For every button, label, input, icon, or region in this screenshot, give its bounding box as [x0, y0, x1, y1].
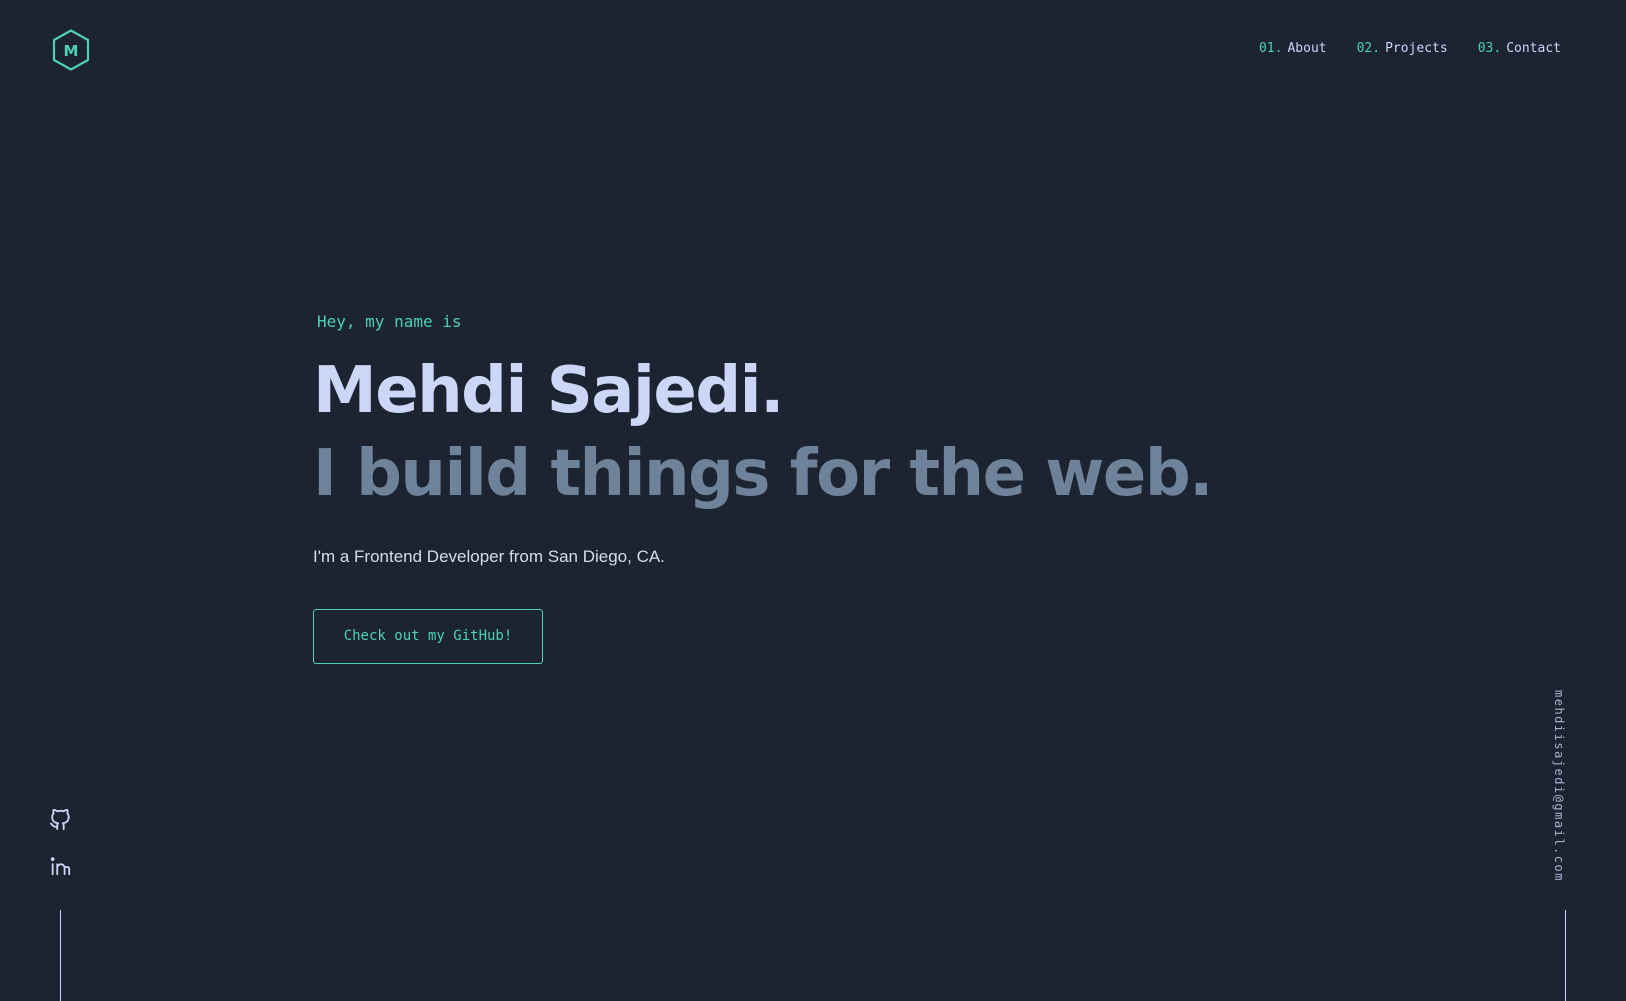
right-vertical-line [1565, 910, 1566, 1001]
nav-item-number: 01. [1258, 41, 1283, 56]
hero-tagline: I build things for the web. [313, 437, 1213, 511]
hero-description: I'm a Frontend Developer from San Diego,… [313, 547, 665, 566]
hero-section: Hey, my name is Mehdi Sajedi. I build th… [313, 312, 1213, 664]
nav-item-label: Contact [1506, 41, 1561, 56]
left-vertical-line [60, 910, 61, 1001]
social-links [49, 808, 71, 877]
hexagon-logo-icon: M [52, 29, 90, 71]
hero-greeting: Hey, my name is [317, 312, 462, 331]
github-link[interactable] [49, 808, 71, 831]
nav-item-label: Projects [1385, 41, 1448, 56]
nav-item-number: 03. [1477, 41, 1502, 56]
main-nav: 01. About 02. Projects 03. Contact [1259, 41, 1561, 56]
nav-item-projects[interactable]: 02. Projects [1357, 41, 1448, 56]
nav-item-contact[interactable]: 03. Contact [1478, 41, 1561, 56]
linkedin-icon [50, 857, 71, 876]
github-icon [49, 808, 70, 831]
linkedin-link[interactable] [49, 855, 71, 877]
github-cta-button[interactable]: Check out my GitHub! [313, 609, 543, 664]
nav-item-label: About [1287, 41, 1327, 56]
email-sidebar: mehdiisajedi@gmail.com [1552, 690, 1576, 882]
email-link[interactable]: mehdiisajedi@gmail.com [1552, 690, 1566, 882]
nav-item-about[interactable]: 01. About [1259, 41, 1327, 56]
logo-link[interactable]: M [52, 29, 90, 71]
nav-item-number: 02. [1356, 41, 1381, 56]
hero-name: Mehdi Sajedi. [313, 354, 784, 428]
logo-letter: M [64, 42, 79, 60]
